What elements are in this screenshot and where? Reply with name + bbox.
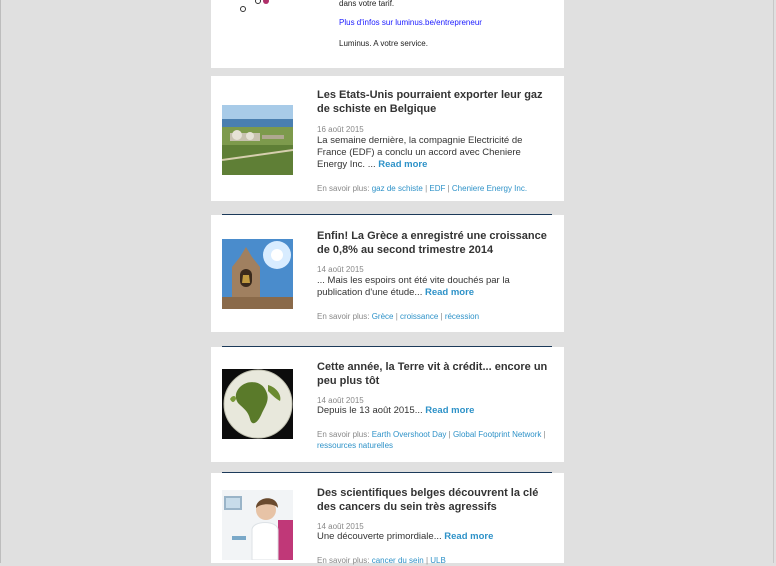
article-excerpt: La semaine dernière, la compagnie Electr…: [317, 135, 553, 171]
tag-link[interactable]: Grèce: [372, 312, 394, 321]
tags-label: En savoir plus:: [317, 430, 370, 439]
tag-link[interactable]: récession: [445, 312, 479, 321]
read-more-link[interactable]: Read more: [444, 531, 493, 542]
article-tags: En savoir plus: gaz de schiste | EDF | C…: [317, 183, 555, 194]
ad-text: dans votre tarif.: [339, 0, 395, 8]
tag-divider: |: [541, 430, 546, 439]
tag-link[interactable]: ressources naturelles: [317, 441, 393, 450]
article-title[interactable]: Enfin! La Grèce a enregistré une croissa…: [317, 229, 555, 257]
tags-label: En savoir plus:: [317, 556, 370, 565]
article-excerpt-text: Une découverte primordiale...: [317, 531, 442, 542]
article-card: Cette année, la Terre vit à crédit... en…: [211, 347, 564, 462]
luminus-ad-card: dans votre tarif. Plus d'infos sur lumin…: [211, 0, 564, 68]
tag-link[interactable]: Earth Overshoot Day: [372, 430, 447, 439]
lab-scientist-photo-icon: [222, 490, 293, 560]
tag-link[interactable]: croissance: [400, 312, 438, 321]
read-more-link[interactable]: Read more: [378, 159, 427, 170]
article-card: Enfin! La Grèce a enregistré une croissa…: [211, 215, 564, 332]
tags-label: En savoir plus:: [317, 184, 370, 193]
greek-bell-tower-photo-icon: [222, 239, 293, 309]
article-date: 14 août 2015: [317, 522, 364, 531]
article-image[interactable]: [222, 490, 293, 560]
article-image[interactable]: [222, 105, 293, 175]
article-title[interactable]: Cette année, la Terre vit à crédit... en…: [317, 360, 555, 388]
tag-link[interactable]: EDF: [429, 184, 445, 193]
tag-link[interactable]: Cheniere Energy Inc.: [452, 184, 527, 193]
read-more-link[interactable]: Read more: [425, 405, 474, 416]
article-tags: En savoir plus: Earth Overshoot Day | Gl…: [317, 429, 555, 451]
window-border-left: [0, 0, 1, 563]
article-date: 16 août 2015: [317, 125, 364, 134]
article-date: 14 août 2015: [317, 265, 364, 274]
earth-globe-photo-icon: [222, 369, 293, 439]
tag-link[interactable]: Global Footprint Network: [453, 430, 541, 439]
luminus-link[interactable]: Plus d'infos sur luminus.be/entrepreneur: [339, 18, 482, 27]
tags-label: En savoir plus:: [317, 312, 370, 321]
gas-terminal-photo-icon: [222, 105, 293, 175]
tag-link[interactable]: gaz de schiste: [372, 184, 423, 193]
article-excerpt-text: ... Mais les espoirs ont été vite douché…: [317, 275, 510, 298]
article-image[interactable]: [222, 239, 293, 309]
circle-outline-icon: [240, 6, 246, 12]
ad-slogan: Luminus. A votre service.: [339, 39, 428, 48]
article-title[interactable]: Les Etats-Unis pourraient exporter leur …: [317, 88, 555, 116]
article-excerpt: ... Mais les espoirs ont été vite douché…: [317, 275, 553, 299]
article-excerpt: Une découverte primordiale... Read more: [317, 531, 553, 543]
article-excerpt-text: Depuis le 13 août 2015...: [317, 405, 423, 416]
article-tags: En savoir plus: Grèce | croissance | réc…: [317, 311, 555, 322]
pink-dot-icon: [263, 0, 269, 4]
window-border-right: [773, 0, 774, 563]
article-image[interactable]: [222, 369, 293, 439]
article-card: Les Etats-Unis pourraient exporter leur …: [211, 76, 564, 201]
read-more-link[interactable]: Read more: [425, 287, 474, 298]
circle-outline-icon: [255, 0, 261, 4]
tag-link[interactable]: cancer du sein: [372, 556, 424, 565]
ad-link-line: Plus d'infos sur luminus.be/entrepreneur: [339, 18, 482, 27]
article-title[interactable]: Des scientifiques belges découvrent la c…: [317, 486, 555, 514]
article-excerpt: Depuis le 13 août 2015... Read more: [317, 405, 553, 417]
article-date: 14 août 2015: [317, 396, 364, 405]
article-card: Des scientifiques belges découvrent la c…: [211, 473, 564, 566]
article-tags: En savoir plus: cancer du sein | ULB: [317, 555, 555, 566]
tag-link[interactable]: ULB: [430, 556, 446, 565]
